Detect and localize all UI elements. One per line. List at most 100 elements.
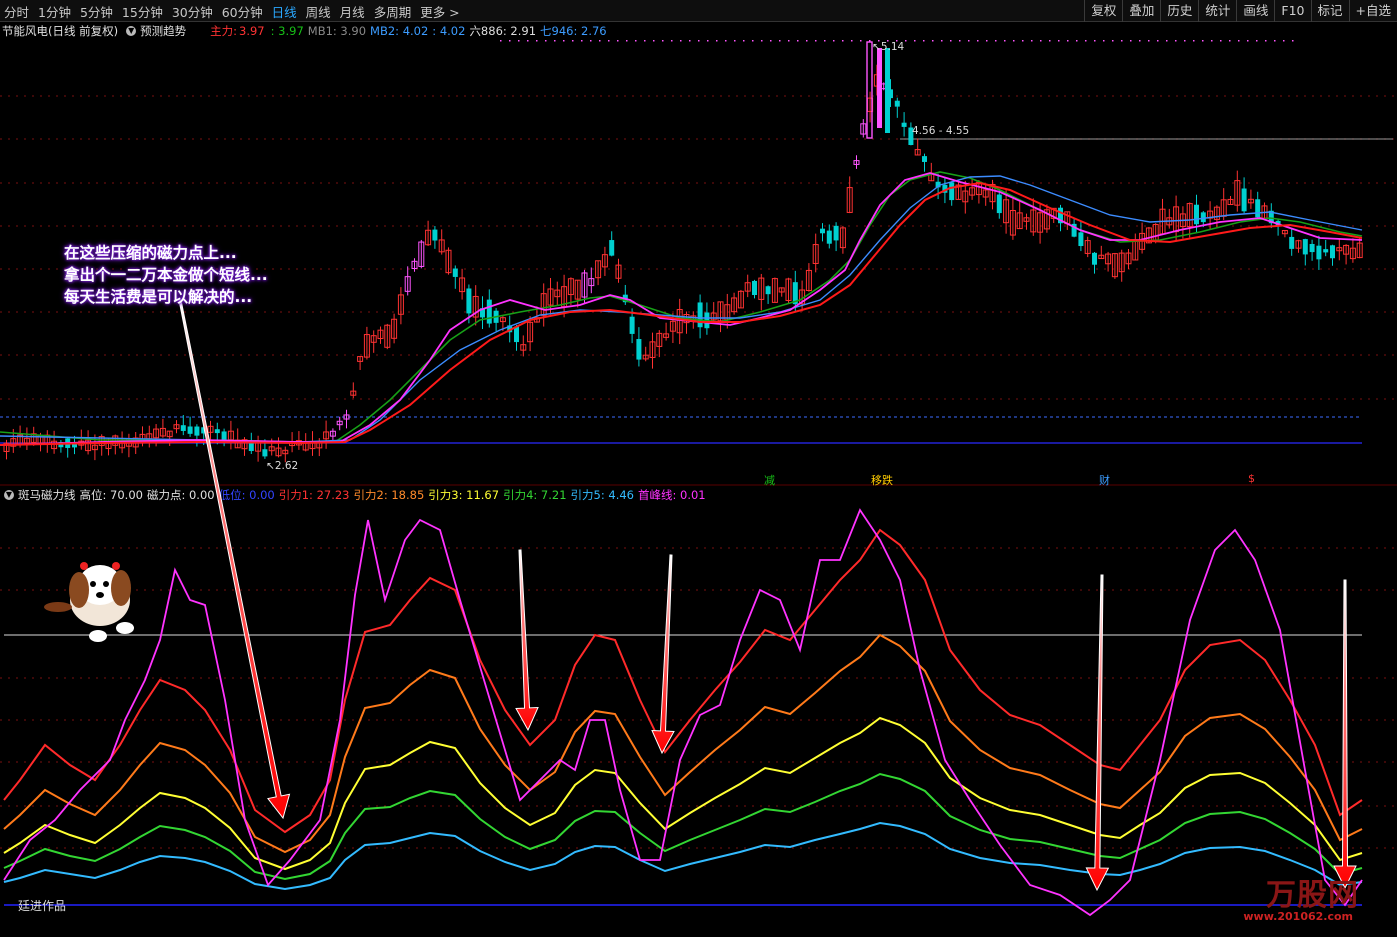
marker-dot: [752, 40, 754, 42]
marker-dot: [572, 40, 574, 42]
marker-dot: [635, 40, 637, 42]
marker-dot: [509, 40, 511, 42]
marker-dot: [1139, 40, 1141, 42]
candle-body: [194, 426, 200, 436]
marker-dot: [860, 40, 862, 42]
puppy-nose: [96, 592, 104, 598]
marker-dot: [1022, 40, 1024, 42]
marker-dot: [1202, 40, 1204, 42]
ma-blue-line: [0, 175, 1363, 443]
marker-dot: [1085, 40, 1087, 42]
marker-dot: [1031, 40, 1033, 42]
marker-dot: [500, 40, 502, 42]
marker-dot: [1094, 40, 1096, 42]
marker-dot: [599, 40, 601, 42]
marker-dot: [923, 40, 925, 42]
marker-dot: [815, 40, 817, 42]
candle-body: [1289, 236, 1295, 249]
candle-body: [1316, 245, 1322, 260]
candle-body: [1255, 199, 1261, 218]
author-credit: 廷进作品: [18, 899, 67, 913]
marker-dot: [1292, 40, 1294, 42]
marker-dot: [536, 40, 538, 42]
candle-body: [432, 229, 438, 241]
red-arrow: [515, 549, 539, 732]
candle-body: [72, 444, 77, 448]
candle-body: [466, 288, 472, 314]
marker-dot: [680, 40, 682, 42]
magnet-line-3: [3, 716, 1363, 871]
puppy-ear-right: [111, 570, 131, 606]
candle-body: [1309, 243, 1315, 253]
marker-dot: [734, 40, 736, 42]
marker-dot: [1049, 40, 1051, 42]
marker-dot: [959, 40, 961, 42]
magnet-line-1: [3, 528, 1363, 834]
red-arrow: [1333, 579, 1357, 890]
marker-dot: [1238, 40, 1240, 42]
marker-dot: [698, 40, 700, 42]
candle-body: [452, 268, 458, 277]
puppy-eye: [103, 581, 109, 587]
marker-dot: [761, 40, 763, 42]
marker-dot: [1121, 40, 1123, 42]
candle-body: [1330, 245, 1335, 259]
puppy-sticker: [44, 562, 134, 642]
marker-dot: [653, 40, 655, 42]
marker-dot: [797, 40, 799, 42]
main-grid: [0, 40, 1397, 906]
marker-dot: [1175, 40, 1177, 42]
marker-dot: [563, 40, 565, 42]
marker-dot: [1211, 40, 1213, 42]
candle-body: [1092, 252, 1097, 265]
high-price-label: ↖5.14: [872, 41, 905, 53]
marker-dot: [743, 40, 745, 42]
marker-dot: [1283, 40, 1285, 42]
annotation-callout: 在这些压缩的磁力点上... 拿出个一二万本金做个短线... 每天生活费是可以解决…: [64, 242, 334, 308]
puppy-paw: [116, 622, 134, 634]
chart-canvas[interactable]: [0, 0, 1397, 937]
marker-dot: [914, 40, 916, 42]
candle-body: [629, 316, 635, 334]
marker-dot: [1067, 40, 1069, 42]
puppy-bow: [80, 562, 88, 570]
marker-dot: [1256, 40, 1258, 42]
marker-dot: [932, 40, 934, 42]
signal-yidie: 移跌: [871, 474, 893, 487]
ma-pink-line: [0, 172, 1363, 446]
marker-dot: [554, 40, 556, 42]
marker-dot: [545, 40, 547, 42]
marker-dot: [1076, 40, 1078, 42]
signal-jian: 减: [764, 474, 775, 487]
marker-dot: [581, 40, 583, 42]
magnet-lines: [3, 508, 1363, 917]
candle-body: [1241, 188, 1247, 212]
marker-dot: [1148, 40, 1150, 42]
candle-body: [901, 122, 907, 127]
marker-dot: [644, 40, 646, 42]
candle-body: [486, 299, 492, 324]
marker-dot: [770, 40, 772, 42]
candle-body: [1078, 232, 1084, 247]
marker-dot: [1193, 40, 1195, 42]
candle-body: [996, 194, 1002, 214]
marker-dot: [1184, 40, 1186, 42]
marker-dot: [527, 40, 529, 42]
candle-body: [894, 100, 900, 107]
marker-dot: [518, 40, 520, 42]
candle-body: [922, 156, 927, 162]
marker-dot: [689, 40, 691, 42]
marker-dot: [1112, 40, 1114, 42]
callout-line-2: 拿出个一二万本金做个短线...: [64, 266, 268, 284]
red-arrow: [651, 554, 675, 755]
signal-cai: 财: [1099, 474, 1110, 487]
marker-dot: [617, 40, 619, 42]
marker-dot: [1058, 40, 1060, 42]
marker-dot: [1040, 40, 1042, 42]
candle-body: [866, 41, 873, 139]
marker-dot: [608, 40, 610, 42]
marker-dot: [1103, 40, 1105, 42]
callout-line-1: 在这些压缩的磁力点上...: [64, 244, 237, 262]
candle-body: [833, 225, 839, 241]
red-arrow: [1085, 574, 1110, 892]
